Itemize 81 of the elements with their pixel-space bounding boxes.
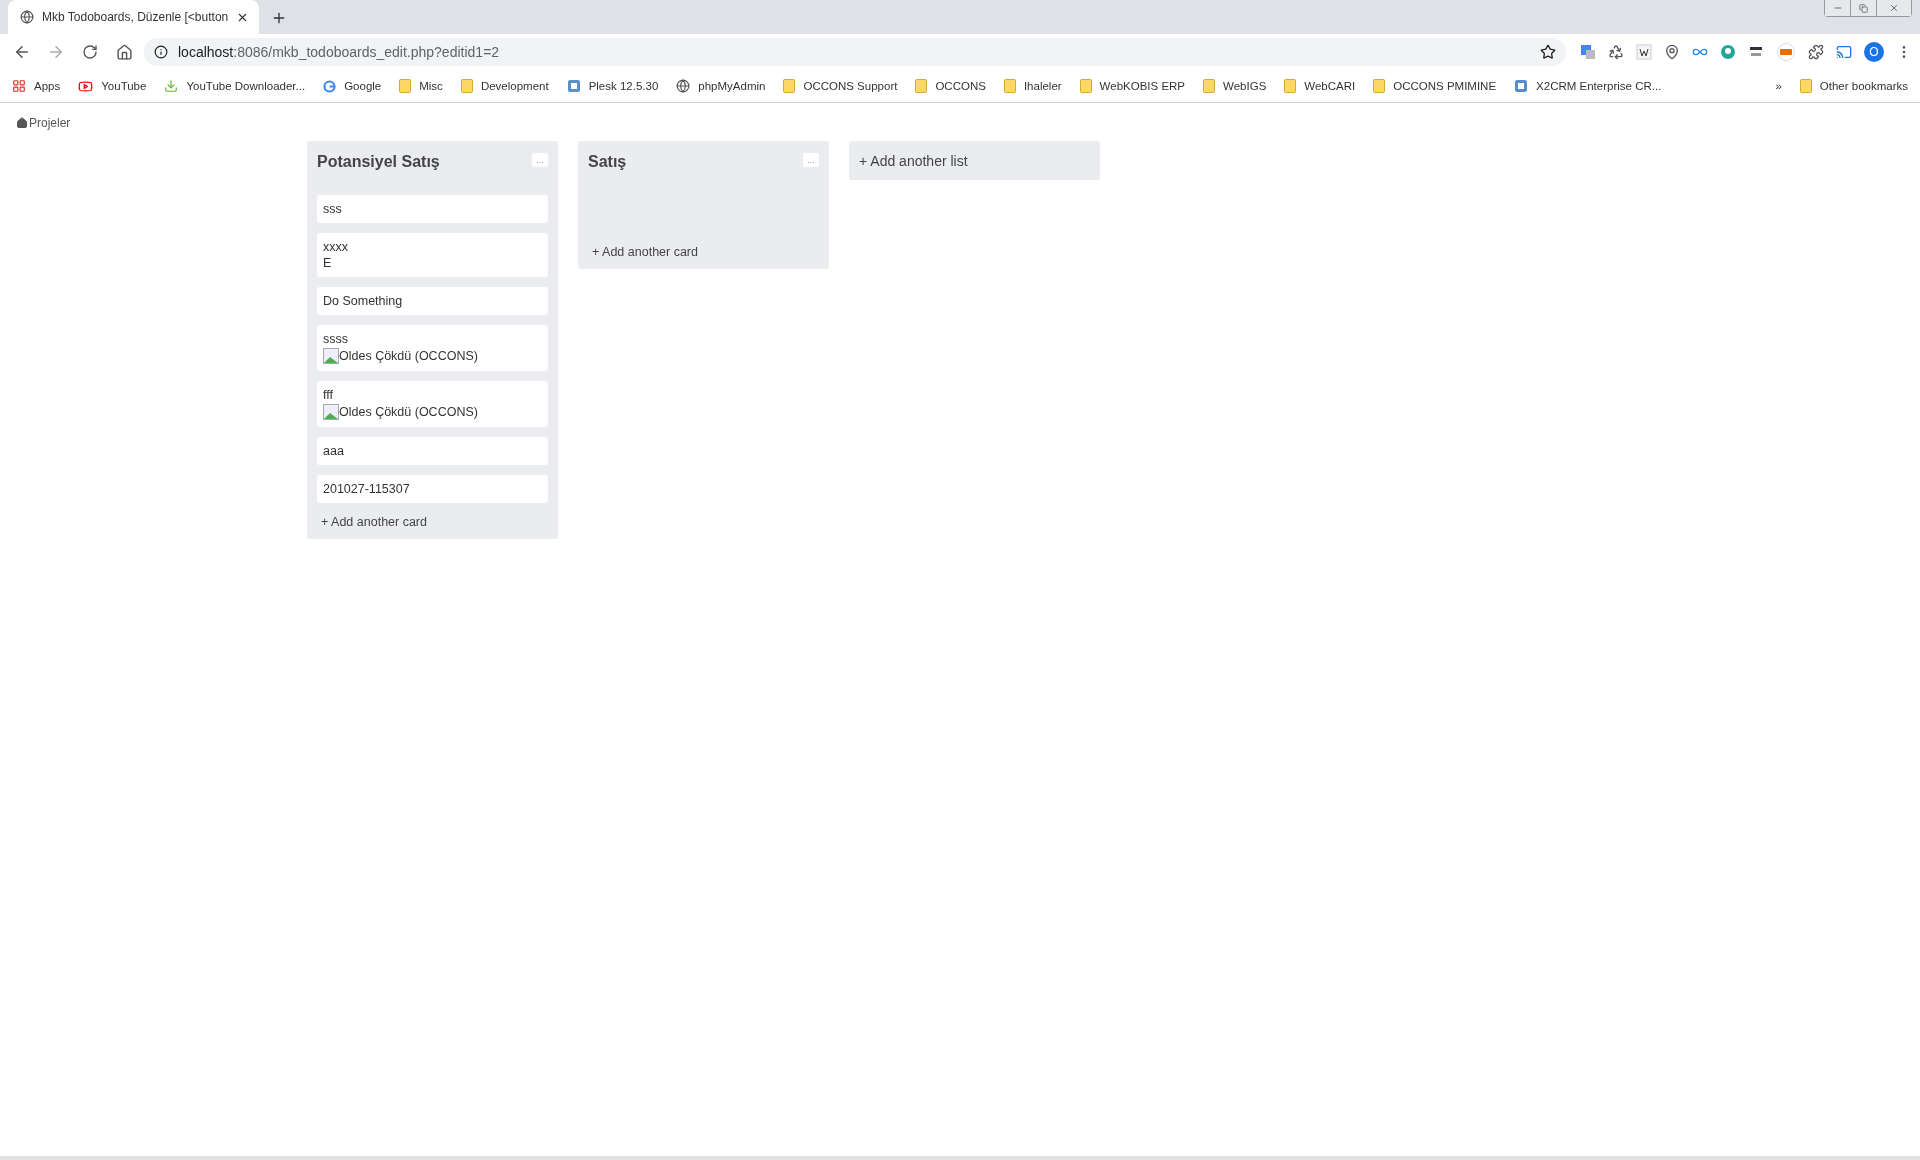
home-icon (115, 43, 133, 61)
list-title: Satış (588, 152, 627, 171)
bookmark[interactable]: X2CRM Enterprise CR... (1514, 79, 1662, 93)
close-button[interactable] (1877, 0, 1911, 16)
folder-icon (1203, 79, 1216, 93)
folder-icon (915, 79, 928, 93)
bookmark[interactable]: Misc (399, 79, 443, 93)
bookmark[interactable]: OCCONS Support (783, 79, 898, 93)
recycle-icon[interactable] (1608, 44, 1624, 60)
task-card[interactable]: 201027-115307 (317, 475, 548, 503)
bookmark[interactable]: OCCONS (915, 79, 986, 93)
broken-image-icon (323, 348, 339, 364)
bookmark[interactable]: Plesk 12.5.30 (566, 79, 659, 93)
profile-avatar[interactable]: O (1864, 42, 1884, 62)
bookmark[interactable]: Other bookmarks (1799, 79, 1908, 93)
site-icon (1514, 79, 1529, 93)
extensions-icon[interactable] (1808, 44, 1824, 60)
info-icon[interactable] (154, 45, 168, 59)
card-text: aaa (323, 444, 345, 458)
bookmark[interactable]: WebIGS (1203, 79, 1267, 93)
card-text: E (323, 256, 333, 270)
folder-icon (399, 79, 412, 93)
bookmark[interactable]: phpMyAdmin (676, 79, 766, 93)
card-text: xxxx (323, 240, 349, 254)
restore-icon (1859, 3, 1868, 13)
url-text: localhost:8086/mkb_todoboards_edit.php?editid1=2 (178, 44, 501, 60)
card-text: ssss (323, 332, 349, 346)
apps-grid-icon (12, 79, 26, 93)
browser-tab[interactable]: Mkb Todoboards, Düzenle [<button (8, 0, 260, 34)
reload-icon (82, 44, 98, 60)
download-icon (164, 79, 179, 93)
star-icon[interactable] (1540, 44, 1556, 60)
card-text: 201027-115307 (323, 482, 411, 496)
bookmark[interactable]: YouTube (78, 78, 147, 94)
cast-icon[interactable] (1836, 44, 1852, 60)
breadcrumb-link[interactable]: Projeler (16, 116, 71, 130)
bookmark[interactable]: WebCARI (1284, 79, 1356, 93)
bookmarks-overflow-button[interactable]: » (1775, 80, 1782, 92)
xml-icon[interactable] (1776, 43, 1796, 61)
folder-icon (1799, 79, 1812, 93)
translate-icon[interactable] (1580, 44, 1596, 60)
forward-arrow-icon (47, 43, 65, 61)
broken-image-alt-text: Oldes Çökdü (OCCONS) (323, 348, 542, 364)
add-card-button[interactable]: + Add another card (317, 515, 548, 529)
folder-icon (1003, 79, 1016, 93)
task-card[interactable]: xxxx E (317, 233, 548, 277)
card-text: sss (323, 202, 343, 216)
folder-icon (460, 79, 473, 93)
add-list-button[interactable]: + Add another list (849, 141, 1100, 180)
bookmark[interactable]: Ihaleler (1003, 79, 1062, 93)
list-title: Potansiyel Satış (317, 152, 440, 171)
task-card[interactable]: Do Something (317, 287, 548, 315)
card-text: Do Something (323, 294, 404, 308)
w-tile-icon[interactable] (1636, 44, 1652, 60)
site-icon (566, 79, 581, 93)
globe-icon (20, 10, 34, 24)
globe-icon (676, 79, 691, 93)
broken-image-alt-text: Oldes Çökdü (OCCONS) (323, 404, 542, 420)
folder-icon (783, 79, 796, 93)
folder-icon (1373, 79, 1386, 93)
task-card[interactable]: sss (317, 195, 548, 223)
home-icon (16, 117, 28, 129)
bookmark[interactable]: Apps (12, 79, 61, 93)
bookmark[interactable]: Development (460, 79, 549, 93)
task-card[interactable]: aaa (317, 437, 548, 465)
add-card-button[interactable]: + Add another card (588, 245, 819, 259)
folder-icon (1284, 79, 1297, 93)
task-card[interactable]: fff Oldes Çökdü (OCCONS) (317, 381, 548, 427)
task-card[interactable]: ssss Oldes Çökdü (OCCONS) (317, 325, 548, 371)
bookmark[interactable]: YouTube Downloader... (164, 79, 306, 93)
bookmark[interactable]: OCCONS PMIMINE (1373, 79, 1497, 93)
folder-icon (1079, 79, 1092, 93)
close-icon (1889, 3, 1899, 13)
address-bar[interactable]: localhost:8086/mkb_todoboards_edit.php?editid1=2 (144, 38, 1566, 66)
card-text: fff (323, 388, 334, 402)
bookmark[interactable]: Google (323, 79, 382, 93)
g-logo-icon (323, 79, 337, 93)
broken-image-icon (323, 404, 339, 420)
bookmark[interactable]: WebKOBIS ERP (1079, 79, 1186, 93)
map-pin-icon[interactable] (1664, 44, 1680, 60)
play-icon (78, 78, 94, 94)
